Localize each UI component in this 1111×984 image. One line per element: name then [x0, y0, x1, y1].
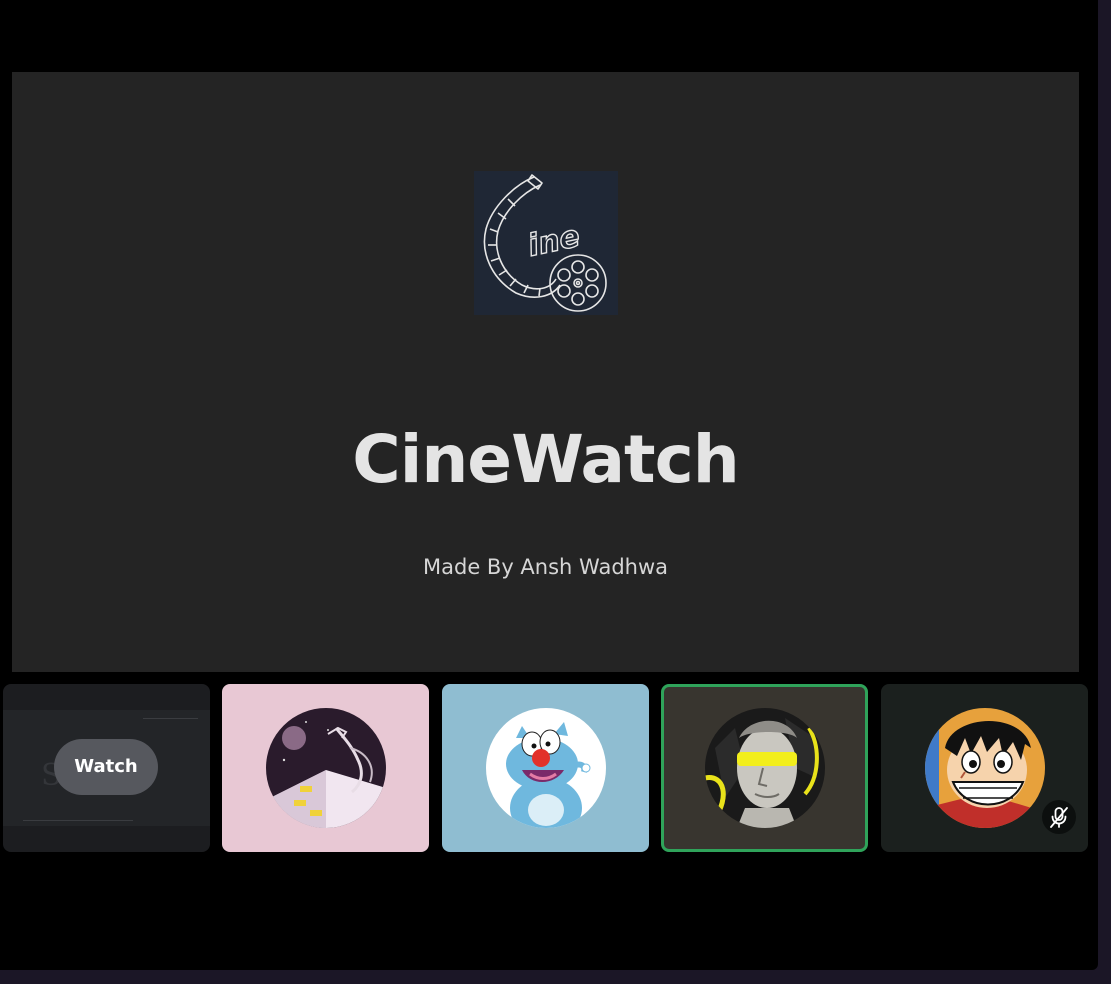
meeting-stage: ine CineWatch Made By Ansh Wadhwa S O Wa…	[0, 0, 1098, 970]
participant-tile[interactable]	[442, 684, 649, 852]
oggy-cat-avatar-icon	[486, 708, 606, 828]
logo-text: ine	[525, 219, 583, 264]
mic-off-icon	[1042, 800, 1076, 834]
participant-tile-screen-share[interactable]: S O Watch	[3, 684, 210, 852]
presentation-title: CineWatch	[352, 421, 739, 498]
participant-tile-speaking[interactable]	[661, 684, 868, 852]
participant-tile[interactable]	[222, 684, 429, 852]
sketch-hand-building-avatar-icon	[266, 708, 386, 828]
luffy-avatar-icon	[925, 708, 1045, 828]
participant-strip: S O Watch	[3, 684, 1093, 852]
presentation-subtitle: Made By Ansh Wadhwa	[423, 555, 668, 579]
watch-button[interactable]: Watch	[54, 739, 158, 795]
statue-yellow-glasses-avatar-icon	[705, 708, 825, 828]
presentation-screen: ine CineWatch Made By Ansh Wadhwa	[12, 72, 1079, 672]
participant-tile-muted[interactable]	[881, 684, 1088, 852]
cine-logo-icon: ine	[474, 171, 618, 315]
